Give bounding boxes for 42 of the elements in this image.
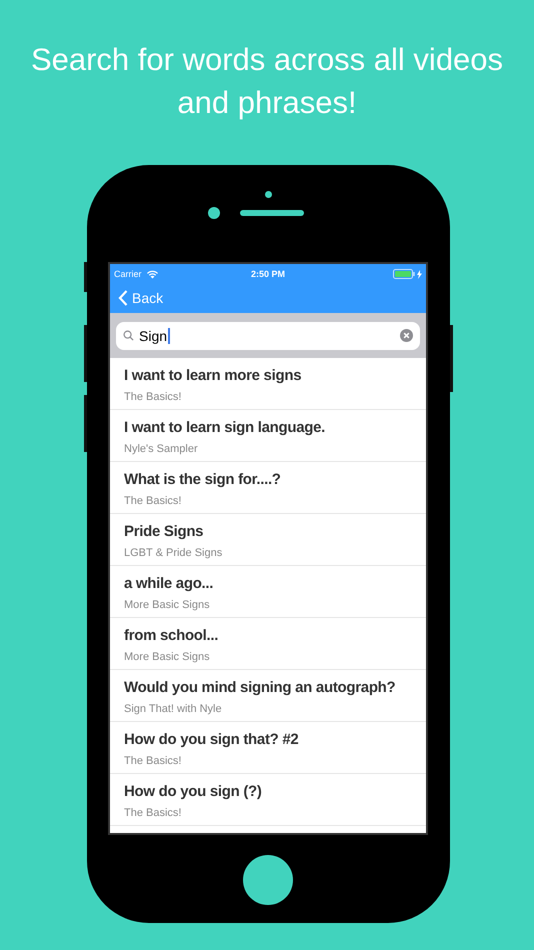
result-row[interactable]: from school... More Basic Signs: [110, 618, 426, 670]
result-title: from school...: [124, 626, 220, 646]
speaker-slot: [240, 210, 304, 216]
result-title: Pride Signs: [124, 522, 204, 542]
result-subtitle: Sign That! with Nyle: [124, 703, 223, 716]
result-row[interactable]: I want to learn more signs The Basics!: [110, 358, 426, 410]
carrier-label: Carrier: [114, 269, 142, 279]
home-button[interactable]: [243, 855, 293, 905]
camera-dot: [208, 207, 220, 219]
result-row[interactable]: Would you mind signing an autograph? Sign That! with Nyle: [110, 670, 426, 722]
clear-icon[interactable]: [400, 329, 413, 342]
search-field[interactable]: Sign: [116, 322, 420, 350]
result-title: a while ago...: [124, 574, 214, 594]
chevron-icon: [118, 290, 128, 306]
result-subtitle: The Basics!: [124, 495, 182, 508]
result-row[interactable]: a while ago... More Basic Signs: [110, 566, 426, 618]
result-row[interactable]: I want to learn sign language. Nyle's Sampler: [110, 410, 426, 462]
result-title: I want to learn sign language.: [124, 418, 326, 438]
headline: Search for words across all videos and phrases!: [30, 41, 504, 122]
result-subtitle: The Basics!: [124, 391, 182, 404]
result-subtitle: The Basics!: [124, 807, 182, 820]
result-title: How do you sign that? #2: [124, 730, 300, 750]
result-row[interactable]: How do you sign (?) The Basics!: [110, 774, 426, 826]
result-row[interactable]: How do you sign that? #2 The Basics!: [110, 722, 426, 774]
result-title: How do you sign (?): [124, 782, 263, 802]
charging-icon: [416, 270, 422, 278]
battery-icon: [392, 269, 415, 279]
wifi-icon: [146, 270, 159, 278]
result-subtitle: Nyle's Sampler: [124, 443, 199, 456]
text-cursor: [168, 328, 170, 344]
result-title: I want to learn more signs: [124, 366, 302, 386]
result-subtitle: More Basic Signs: [124, 651, 211, 664]
result-title: Would you mind signing an autograph?: [124, 678, 396, 698]
result-subtitle: LGBT & Pride Signs: [124, 547, 224, 560]
search-icon: [123, 330, 134, 341]
sensor-dot: [264, 191, 272, 198]
clock-label: 2:50 PM: [250, 269, 285, 279]
result-subtitle: More Basic Signs: [124, 599, 211, 612]
result-row[interactable]: What is the sign for....? The Basics!: [110, 462, 426, 514]
result-row[interactable]: Pride Signs LGBT & Pride Signs: [110, 514, 426, 566]
result-subtitle: The Basics!: [124, 755, 182, 768]
result-title: What is the sign for....?: [124, 470, 282, 490]
